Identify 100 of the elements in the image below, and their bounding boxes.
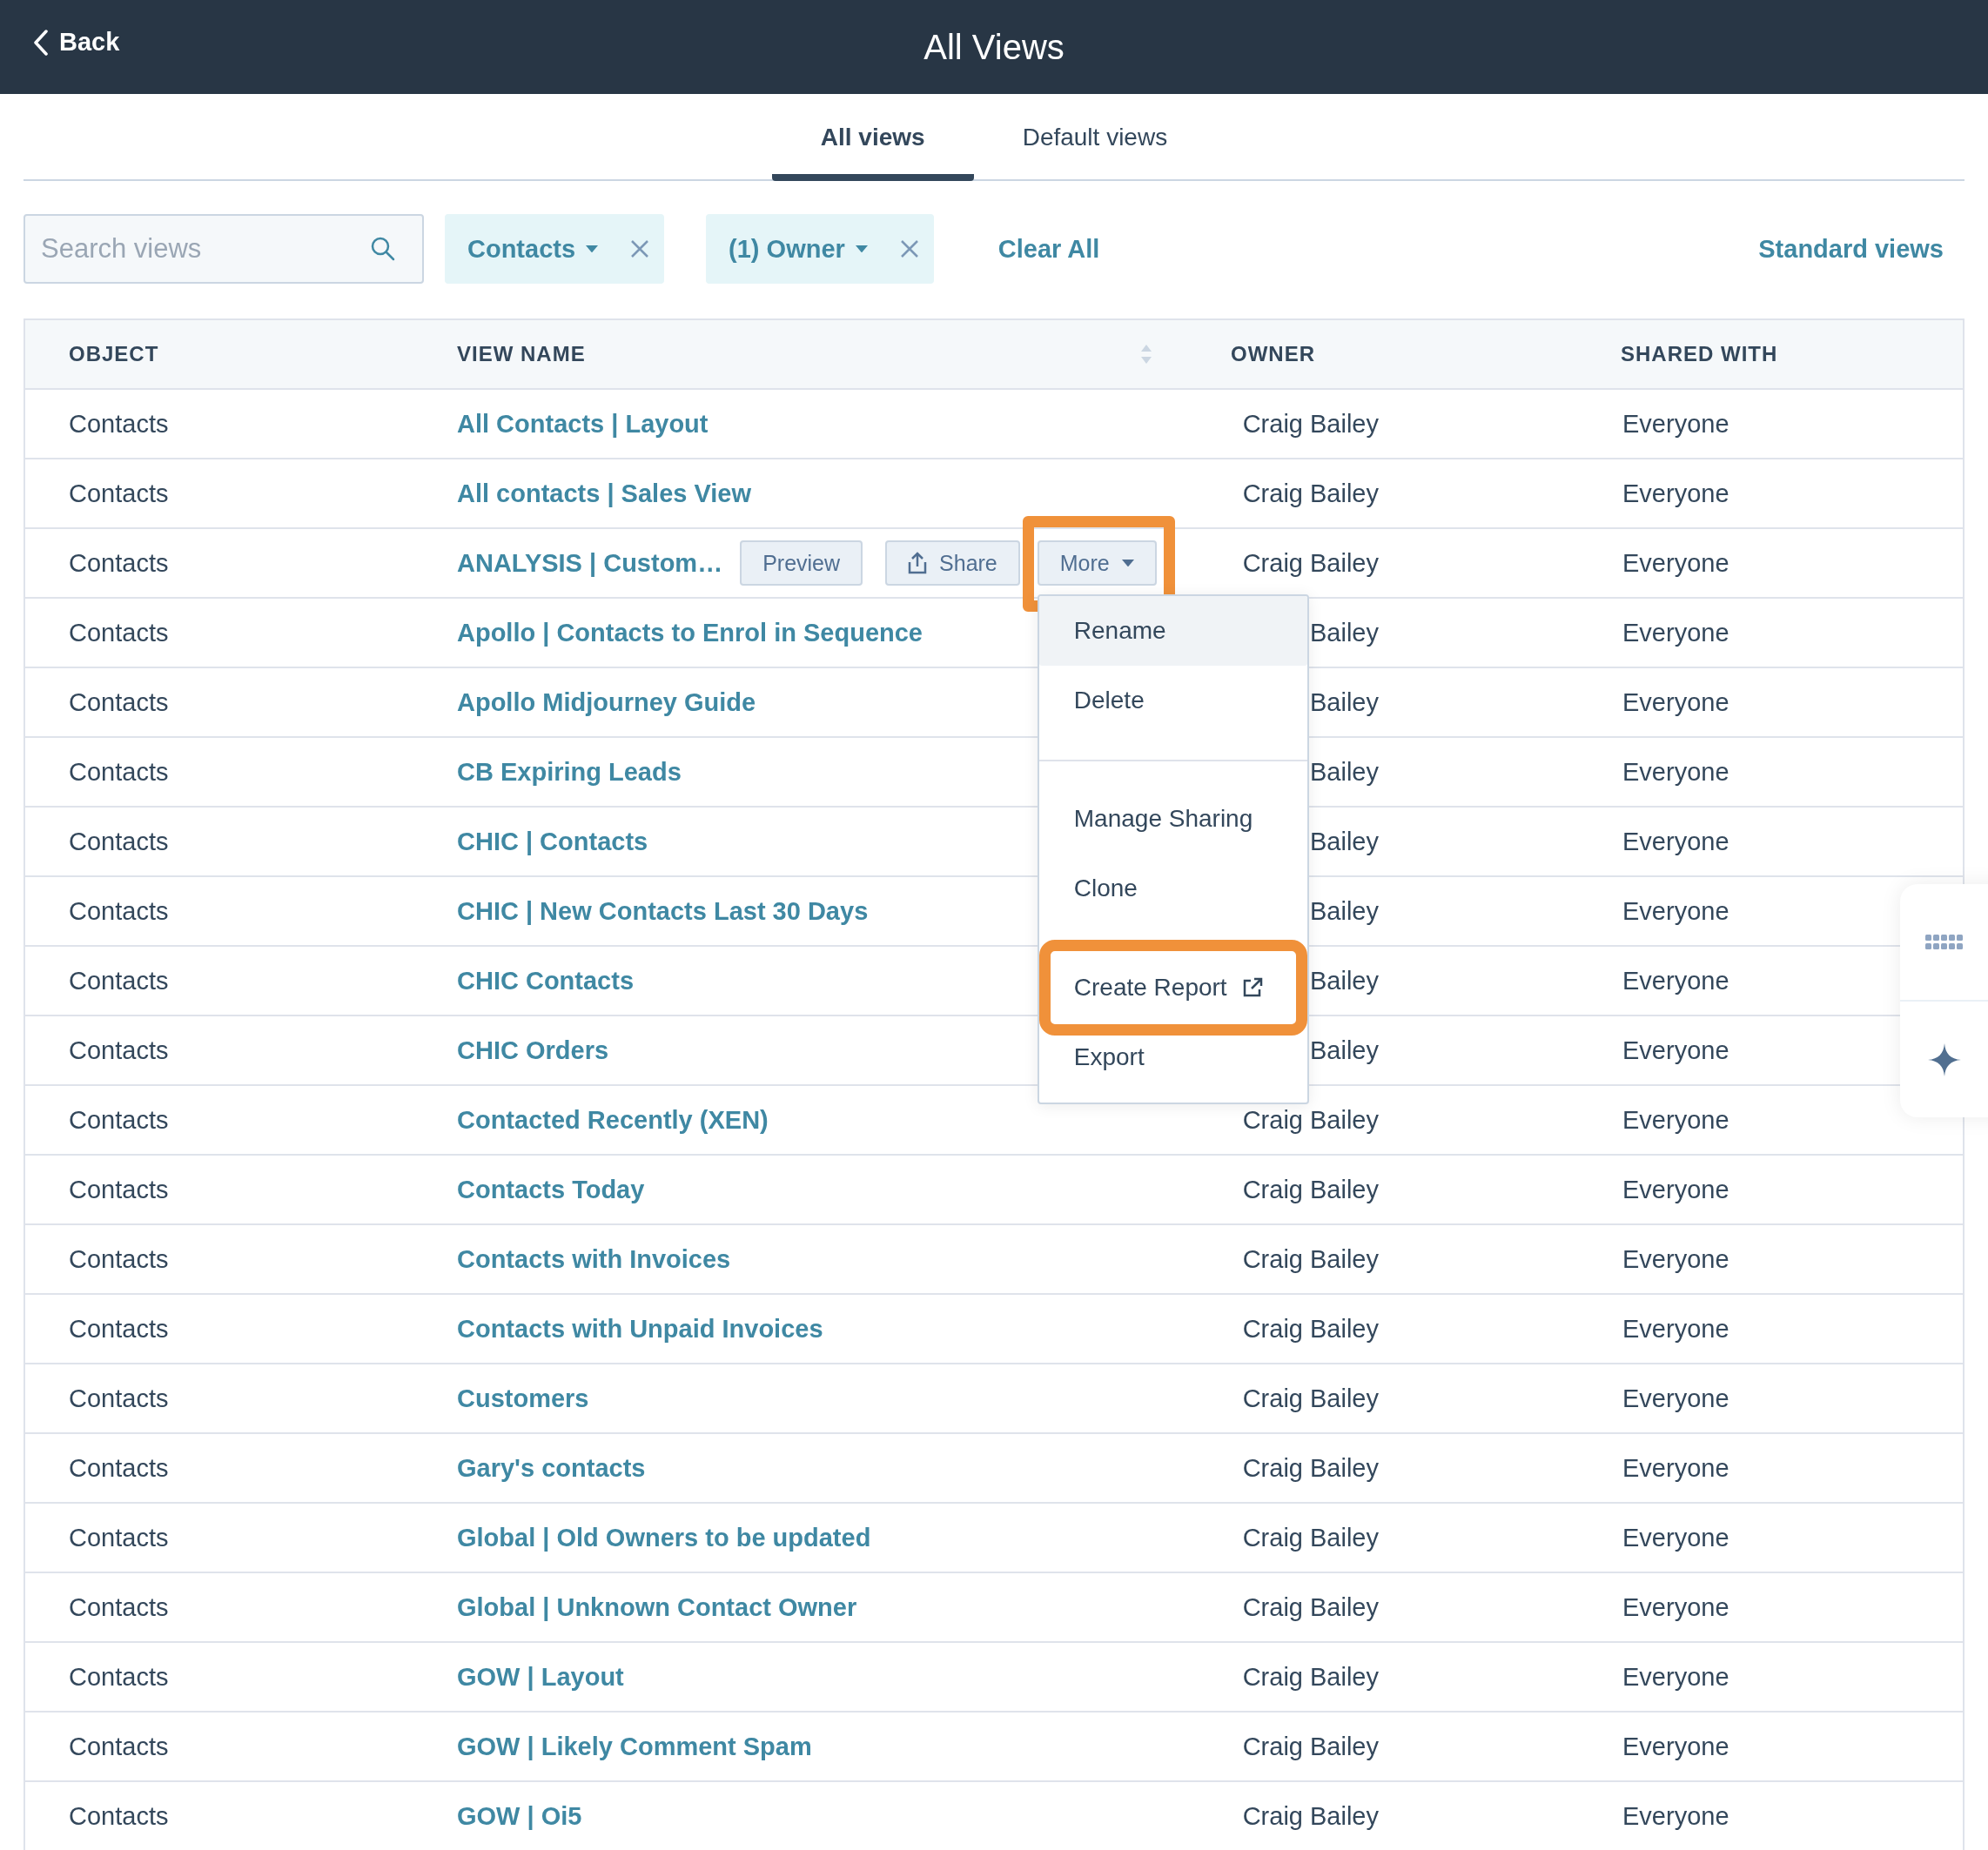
table-cell: Craig Bailey	[1242, 1662, 1379, 1692]
back-chevron-icon	[33, 29, 49, 56]
menu-item[interactable]: Rename	[1038, 596, 1307, 666]
caret-icon	[855, 245, 868, 253]
table-cell: Craig Bailey	[1242, 1244, 1379, 1274]
view-name-link[interactable]: Contacts with Unpaid Invoices	[457, 1314, 823, 1344]
table-cell: Everyone	[1622, 966, 1729, 995]
table-cell: Contacts	[69, 479, 169, 508]
table-cell: Contacts	[69, 827, 169, 856]
filter-dropdown[interactable]: Contacts	[467, 234, 599, 264]
table-cell: Bailey	[1310, 966, 1379, 995]
menu-item[interactable]: Manage Sharing	[1038, 784, 1307, 854]
table-cell: Everyone	[1622, 1384, 1729, 1413]
view-name-link[interactable]: CHIC | Contacts	[457, 827, 648, 856]
dots-grid-icon	[1924, 934, 1964, 950]
filter-dropdown[interactable]: (1) Owner	[729, 234, 868, 264]
table-cell: Craig Bailey	[1242, 1105, 1379, 1135]
table-cell: Contacts	[69, 687, 169, 717]
view-name-link[interactable]: All contacts | Sales View	[457, 479, 751, 508]
table-cell: Contacts	[69, 1244, 169, 1274]
close-icon[interactable]	[629, 238, 651, 259]
standard-views-link[interactable]: Standard views	[1715, 234, 1964, 264]
view-name-link[interactable]: GOW | Layout	[457, 1662, 624, 1692]
table-cell: Contacts	[69, 548, 169, 578]
view-name-link[interactable]: GOW | Oi5	[457, 1801, 582, 1831]
table-cell: Contacts	[69, 409, 169, 439]
menu-item[interactable]: Export	[1038, 1022, 1307, 1092]
table-cell: Craig Bailey	[1242, 1592, 1379, 1622]
table-cell: Everyone	[1622, 1453, 1729, 1483]
table-cell: Contacts	[69, 1801, 169, 1831]
back-link[interactable]: Back	[33, 28, 120, 57]
more-button[interactable]: More	[1037, 540, 1157, 586]
table-cell: Everyone	[1622, 618, 1729, 647]
table-cell: Everyone	[1622, 1105, 1729, 1135]
table-cell: Craig Bailey	[1242, 1523, 1379, 1552]
table-cell: Everyone	[1622, 1523, 1729, 1552]
table-cell: Craig Bailey	[1242, 479, 1379, 508]
table-cell: Bailey	[1310, 1036, 1379, 1065]
table-cell: Craig Bailey	[1242, 548, 1379, 578]
table-cell: Bailey	[1310, 757, 1379, 787]
tab[interactable]: Default views	[973, 94, 1217, 181]
preview-button[interactable]: Preview	[740, 540, 863, 586]
table-cell: Everyone	[1622, 409, 1729, 439]
view-name-link[interactable]: CHIC Contacts	[457, 966, 634, 995]
table-cell: Bailey	[1310, 827, 1379, 856]
table-cell: Everyone	[1622, 827, 1729, 856]
close-icon[interactable]	[898, 238, 920, 259]
share-icon	[908, 552, 928, 574]
column-header: SHARED WITH	[1621, 342, 1778, 366]
table-cell: Craig Bailey	[1242, 1453, 1379, 1483]
menu-item[interactable]: Clone	[1038, 854, 1307, 923]
table-cell: Bailey	[1310, 687, 1379, 717]
view-name-link[interactable]: All Contacts | Layout	[457, 409, 709, 439]
view-name-link[interactable]: Global | Old Owners to be updated	[457, 1523, 871, 1552]
view-name-link[interactable]: Contacted Recently (XEN)	[457, 1105, 769, 1135]
table-cell: Everyone	[1622, 1801, 1729, 1831]
view-name-link[interactable]: Contacts with Invoices	[457, 1244, 731, 1274]
table-cell: Craig Bailey	[1242, 1175, 1379, 1204]
table-cell: Contacts	[69, 896, 169, 926]
view-name-link[interactable]: CB Expiring Leads	[457, 757, 682, 787]
table-cell: Craig Bailey	[1242, 1314, 1379, 1344]
table-cell: Contacts	[69, 1314, 169, 1344]
view-name-link[interactable]: Apollo Midjourney Guide	[457, 687, 756, 717]
view-name-link[interactable]: Contacts Today	[457, 1175, 645, 1204]
view-name-link[interactable]: CHIC Orders	[457, 1036, 609, 1065]
table-cell: Craig Bailey	[1242, 1384, 1379, 1413]
table-cell: Everyone	[1622, 1662, 1729, 1692]
table-cell: Everyone	[1622, 896, 1729, 926]
caret-icon	[586, 245, 599, 253]
share-button[interactable]: Share	[885, 540, 1020, 586]
table-cell: Contacts	[69, 1384, 169, 1413]
table-cell: Everyone	[1622, 479, 1729, 508]
search-field[interactable]: Search views	[24, 214, 424, 284]
view-name-link[interactable]: GOW | Likely Comment Spam	[457, 1732, 812, 1761]
view-name-link[interactable]: Global | Unknown Contact Owner	[457, 1592, 857, 1622]
table-cell: Contacts	[69, 1105, 169, 1135]
view-name-link[interactable]: Gary's contacts	[457, 1453, 646, 1483]
table-cell: Contacts	[69, 1036, 169, 1065]
table-cell: Everyone	[1622, 1732, 1729, 1761]
tab[interactable]: All views	[771, 94, 974, 181]
table-cell: Craig Bailey	[1242, 1732, 1379, 1761]
view-name-link[interactable]: Apollo | Contacts to Enrol in Sequence	[457, 618, 923, 647]
table-cell: Craig Bailey	[1242, 409, 1379, 439]
table-cell: Bailey	[1310, 618, 1379, 647]
table-cell: Contacts	[69, 618, 169, 647]
clear-all-link[interactable]: Clear All	[954, 234, 1144, 264]
table-cell: Everyone	[1622, 1244, 1729, 1274]
menu-item[interactable]: Delete	[1038, 666, 1307, 735]
view-name-link[interactable]: Customers	[457, 1384, 589, 1413]
column-header[interactable]: VIEW NAME	[457, 341, 1152, 367]
table-cell: Bailey	[1310, 896, 1379, 926]
table-cell: Contacts	[69, 1592, 169, 1622]
view-name-link[interactable]: CHIC | New Contacts Last 30 Days	[457, 896, 869, 926]
table-cell: Everyone	[1622, 687, 1729, 717]
table-cell: Contacts	[69, 1662, 169, 1692]
column-header: OWNER	[1231, 342, 1315, 366]
column-header: OBJECT	[69, 342, 159, 366]
view-name-link[interactable]: ANALYSIS | Custom…	[457, 548, 723, 578]
table-cell: Contacts	[69, 1175, 169, 1204]
table-cell: Everyone	[1622, 1592, 1729, 1622]
